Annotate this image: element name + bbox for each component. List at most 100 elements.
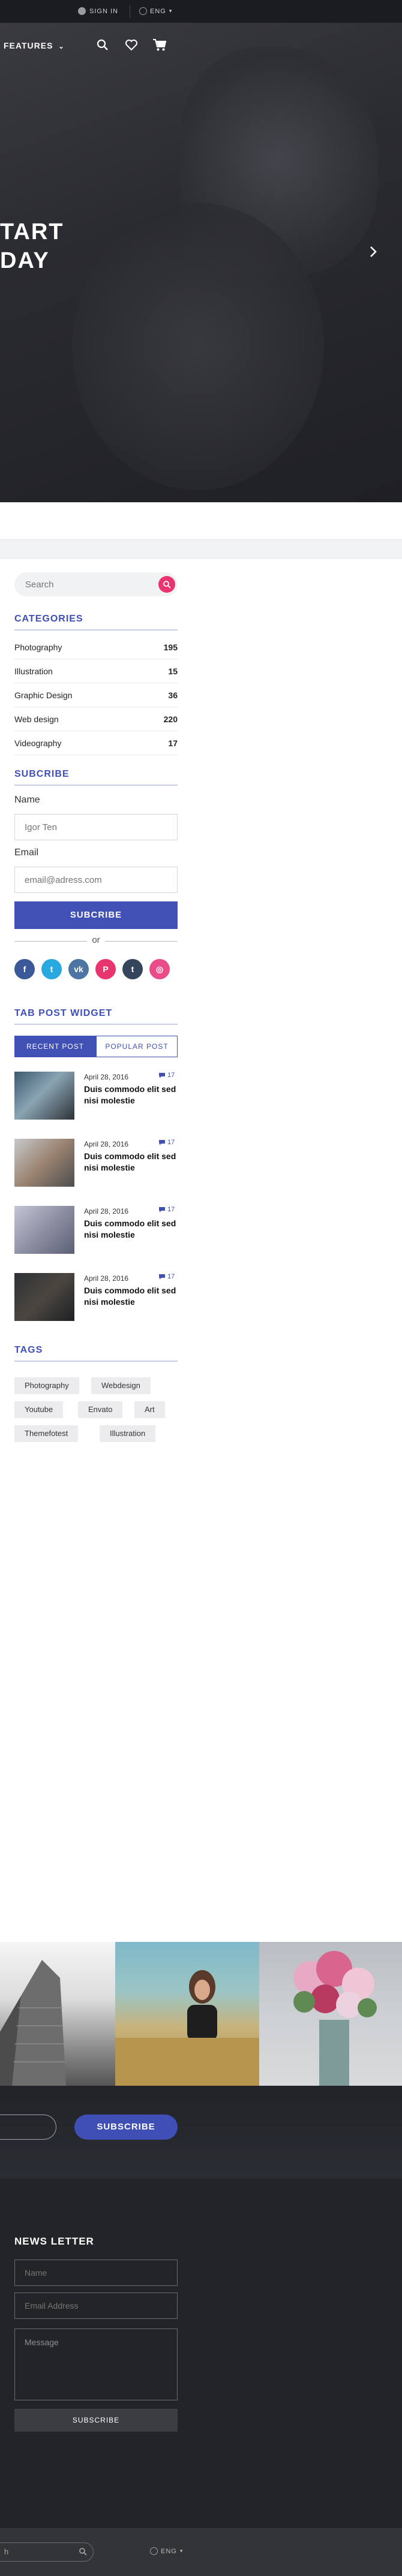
top-bar: SIGN IN ENG ▾ (0, 0, 402, 23)
post-item[interactable]: April 28, 2016 17 Duis commodo elit sed ni… (14, 1206, 178, 1260)
twitter-icon[interactable]: t (41, 959, 62, 979)
post-thumbnail[interactable] (14, 1139, 74, 1187)
dribbble-icon[interactable]: ◎ (149, 959, 170, 979)
comment-count: 17 (167, 1072, 175, 1079)
category-count: 195 (163, 643, 178, 652)
newsletter-subscribe-button[interactable]: SUBSCRIBE (14, 2409, 178, 2432)
category-name: Web design (14, 714, 59, 724)
comment-count: 17 (167, 1206, 175, 1213)
tag-item[interactable]: Youtube (14, 1401, 64, 1418)
footer: NEWS LETTER Message SUBSCRIBE (0, 2179, 402, 2528)
name-field[interactable] (14, 814, 178, 840)
tab-widget-title: TAB POST WIDGET (14, 1008, 178, 1025)
user-icon (78, 7, 86, 15)
search-input[interactable] (25, 578, 145, 590)
tag-item[interactable]: Envato (78, 1401, 123, 1418)
search-text: h (4, 2547, 9, 2556)
name-label: Name (14, 795, 40, 805)
pinterest-icon[interactable]: P (95, 959, 116, 979)
facebook-icon[interactable]: f (14, 959, 35, 979)
category-count: 220 (163, 714, 178, 724)
language-label: ENG (150, 7, 166, 15)
email-field[interactable] (14, 867, 178, 893)
band-email-input[interactable] (0, 2115, 56, 2140)
chevron-down-icon: ▾ (179, 2548, 184, 2554)
chevron-right-icon[interactable] (366, 245, 380, 259)
tab-popular-post[interactable]: POPULAR POST (96, 1036, 178, 1057)
gallery-image-woman-field[interactable] (115, 1942, 259, 2086)
hero-slider: FEATURES ⌄ TART DAY (0, 23, 402, 502)
main-nav: FEATURES ⌄ (0, 34, 402, 58)
post-comments: 17 (158, 1206, 175, 1213)
subscribe-band: SUBSCRIBE (0, 2086, 402, 2179)
category-name: Photography (14, 643, 62, 652)
post-thumbnail[interactable] (14, 1072, 74, 1120)
post-title[interactable]: Duis commodo elit sed nisi molestie (84, 1218, 180, 1241)
search-button[interactable] (158, 576, 175, 593)
comment-icon (159, 1073, 165, 1078)
message-placeholder: Message (25, 2337, 59, 2347)
vk-icon[interactable]: vk (68, 959, 89, 979)
footer-search-input[interactable]: h (0, 2542, 94, 2562)
tab-recent-post[interactable]: RECENT POST (14, 1036, 96, 1057)
sign-in-link[interactable]: SIGN IN (78, 7, 118, 15)
post-date: April 28, 2016 (84, 1140, 129, 1148)
tag-item[interactable]: Photography (14, 1377, 79, 1394)
tumblr-icon[interactable]: t (122, 959, 143, 979)
comment-icon (159, 1140, 165, 1145)
post-date: April 28, 2016 (84, 1207, 129, 1215)
gallery-image-flowers[interactable] (259, 1942, 402, 2086)
post-comments: 17 (158, 1072, 175, 1079)
heart-icon[interactable] (125, 38, 139, 53)
categories-title: CATEGORIES (14, 614, 178, 631)
chevron-down-icon: ▾ (169, 8, 173, 14)
post-date: April 28, 2016 (84, 1274, 129, 1283)
tags-title: TAGS (14, 1345, 178, 1362)
sign-in-label: SIGN IN (89, 7, 118, 15)
category-count: 36 (168, 690, 178, 700)
chevron-down-icon: ⌄ (58, 43, 65, 50)
category-count: 15 (168, 666, 178, 676)
post-thumbnail[interactable] (14, 1273, 74, 1321)
tag-item[interactable]: Illustration (100, 1425, 156, 1442)
post-item[interactable]: April 28, 2016 17 Duis commodo elit sed ni… (14, 1072, 178, 1126)
footer-language-selector[interactable]: ENG ▾ (150, 2547, 183, 2555)
newsletter-email-field[interactable] (14, 2293, 178, 2319)
comment-count: 17 (167, 1139, 175, 1146)
hero-title: TART DAY (0, 218, 64, 275)
search-icon[interactable] (96, 38, 110, 53)
category-name: Illustration (14, 666, 53, 676)
hero-image-shape (72, 203, 324, 490)
category-item[interactable]: Photography 195 (14, 635, 178, 659)
category-item[interactable]: Illustration 15 (14, 659, 178, 683)
tag-item[interactable]: Webdesign (91, 1377, 151, 1394)
post-item[interactable]: April 28, 2016 17 Duis commodo elit sed ni… (14, 1139, 178, 1193)
cart-icon[interactable] (152, 38, 167, 53)
globe-icon (139, 7, 147, 15)
nav-item-features[interactable]: FEATURES ⌄ (4, 41, 65, 50)
category-item[interactable]: Web design 220 (14, 707, 178, 731)
search-icon (163, 581, 171, 589)
tag-item[interactable]: Art (134, 1401, 165, 1418)
nav-item-label: FEATURES (4, 41, 53, 50)
comment-count: 17 (167, 1273, 175, 1280)
category-item[interactable]: Videography 17 (14, 731, 178, 755)
post-title[interactable]: Duis commodo elit sed nisi molestie (84, 1084, 180, 1106)
newsletter-message-field[interactable]: Message (14, 2328, 178, 2400)
post-date: April 28, 2016 (84, 1073, 129, 1081)
language-selector[interactable]: ENG ▾ (139, 7, 172, 15)
newsletter-name-field[interactable] (14, 2260, 178, 2286)
post-title[interactable]: Duis commodo elit sed nisi molestie (84, 1285, 180, 1308)
subscribe-button[interactable]: SUBCRIBE (14, 901, 178, 929)
category-count: 17 (168, 738, 178, 748)
bottom-bar: h ENG ▾ (0, 2528, 402, 2576)
post-title[interactable]: Duis commodo elit sed nisi molestie (84, 1151, 180, 1174)
category-name: Videography (14, 738, 62, 748)
comment-icon (159, 1274, 165, 1280)
gallery-image-building[interactable] (0, 1942, 115, 2086)
category-item[interactable]: Graphic Design 36 (14, 683, 178, 707)
post-item[interactable]: April 28, 2016 17 Duis commodo elit sed ni… (14, 1273, 178, 1327)
band-subscribe-button[interactable]: SUBSCRIBE (74, 2115, 178, 2140)
post-thumbnail[interactable] (14, 1206, 74, 1254)
tag-item[interactable]: Themefotest (14, 1425, 79, 1442)
